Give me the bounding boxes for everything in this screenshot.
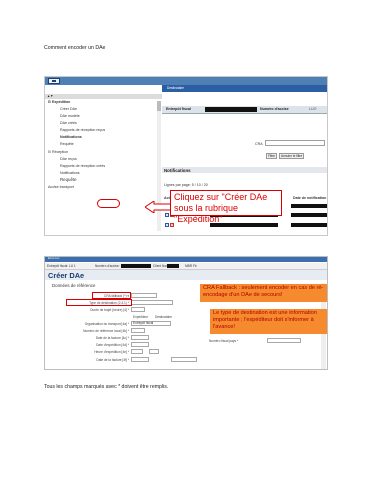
sidebar-item-notifications[interactable]: Notifications (60, 135, 82, 139)
edit-icon[interactable] (165, 223, 169, 227)
sidebar-item-reception-requete[interactable]: Requête (60, 177, 77, 182)
screenshot-create-dae-menu: Destinataire ▲▼ ⊟ Expédition Créer DAe D… (44, 76, 328, 236)
numero-reference-label: Numéro de référence local [4b] * (83, 329, 129, 333)
heure-expedition-h[interactable] (131, 349, 143, 354)
sidebar-item-rapports-crees[interactable]: Rapports de réception créés (60, 164, 105, 168)
app-header-bar: Emcs Lux (45, 257, 327, 262)
sidebar-item-dae-crees[interactable]: DAe créés (60, 121, 77, 125)
tab-bar (162, 85, 327, 92)
app-name: Emcs Lux (48, 257, 60, 260)
heure-expedition-label: Heure d'expédition [4e] * (94, 350, 129, 354)
date-facture-label: Date de la facture [4c] * (95, 336, 129, 340)
accise-info: Numéro d'accise: (95, 264, 120, 268)
date-expedition-label: Date d'expédition [4d] * (96, 343, 129, 347)
redacted-cell (291, 223, 327, 227)
doc-heading: Comment encoder un DAe (44, 45, 106, 51)
cra-input[interactable] (265, 140, 325, 146)
sidebar-scrollbar-thumb[interactable] (157, 101, 161, 111)
cra-label: CRA (255, 142, 263, 146)
creer-dae-highlight (97, 199, 120, 208)
numero-reference-field[interactable] (131, 328, 145, 333)
date-expedition-field[interactable] (131, 342, 149, 347)
radio-expediteur[interactable]: Expéditeur (133, 315, 148, 319)
annotation-type-destination: Le type de destination est une informati… (210, 309, 327, 334)
sidebar-item-creer-dae[interactable]: Créer DAe (60, 107, 77, 111)
section-heading: Données de référence (52, 283, 96, 288)
redacted-cell (291, 204, 327, 208)
heure-expedition-m[interactable] (149, 349, 159, 354)
entrepot-info: Entrepôt fiscal: LU 1 (47, 264, 76, 268)
annotation-cra-fallback: CRA Fallback : seulement encoder en cas … (200, 284, 327, 302)
duree-trajet-field[interactable] (131, 307, 145, 312)
annotation-arrow-icon (145, 201, 171, 213)
notifications-title: Notifications (164, 168, 191, 173)
sidebar-item-requete[interactable]: Requête (60, 142, 74, 146)
app-header-bar (45, 77, 327, 85)
title-strip (45, 270, 327, 280)
sidebar-item-dae-recus[interactable]: DAe reçus (60, 157, 77, 161)
sidebar-group-accise-transport[interactable]: Accise transport (48, 185, 74, 189)
filter-button[interactable]: Filtre (266, 153, 278, 159)
type-destination-highlight (66, 299, 132, 306)
cra-fallback-field[interactable] (131, 293, 157, 298)
selected-value: Entrepôt fiscal (133, 321, 154, 325)
collapse-arrows-icon[interactable]: ▲▼ (47, 94, 53, 98)
sidebar-item-rapports-recus[interactable]: Rapports de réception reçus (60, 128, 105, 132)
cra-fallback-highlight (92, 292, 131, 299)
numero-fiscal-field[interactable] (267, 338, 301, 343)
sidebar-item-dae-modele[interactable]: DAe modèle (60, 114, 80, 118)
col-date-notification[interactable]: Date de notification (293, 196, 326, 200)
duree-trajet-label: Durée de trajet (heure) [4] * (90, 308, 129, 312)
page-title: Créer DAe (48, 271, 85, 280)
sidebar-group-reception[interactable]: ⊟ Réception (48, 150, 68, 154)
type-destination-select[interactable] (131, 300, 173, 305)
numero-fiscal-label: Numéro fiscal pays * (209, 339, 239, 343)
redacted-entrepot (205, 107, 257, 112)
tab-destinataire[interactable]: Destinataire (167, 86, 184, 90)
clear-filter-button[interactable]: Annuler le filtre (279, 153, 305, 159)
pays-select[interactable] (171, 357, 197, 362)
organisation-transport-label: Organisation du transport [4a] * (84, 322, 129, 326)
sidebar-header: ▲▼ (45, 94, 162, 99)
screenshot-create-dae-form: Emcs Lux Entrepôt fiscal: LU 1 Numéro d'… (44, 256, 328, 370)
sidebar-item-reception-notifications[interactable]: Notifications (60, 171, 80, 175)
entrepot-fiscal-label: Entrepôt fiscal (166, 107, 191, 111)
annotation-callout: Cliquez sur "Créer DAe sous la rubrique … (170, 190, 282, 224)
accise-value: LUO (309, 107, 317, 111)
redacted-client (167, 264, 179, 268)
doc-footer: Tous les champs marqués avec * doivent ê… (44, 384, 169, 390)
edit-icon[interactable] (165, 213, 169, 217)
emcs-logo (48, 78, 60, 84)
redacted-accise (121, 264, 151, 268)
sidebar-group-expedition[interactable]: ⊟ Expédition (48, 100, 70, 104)
etat-info: MBR Fb (185, 264, 197, 268)
redacted-cell (291, 213, 327, 217)
accise-label: Numéro d'accise (260, 107, 289, 111)
date-facture2-label: Date de la facture [4f] * (96, 358, 129, 362)
date-facture-field[interactable] (131, 335, 149, 340)
date-facture2-field[interactable] (131, 357, 149, 362)
pagination[interactable]: Lignes par page: 5 / 10 / 20 (164, 183, 208, 187)
radio-destinataire[interactable]: Destinataire (155, 315, 172, 319)
